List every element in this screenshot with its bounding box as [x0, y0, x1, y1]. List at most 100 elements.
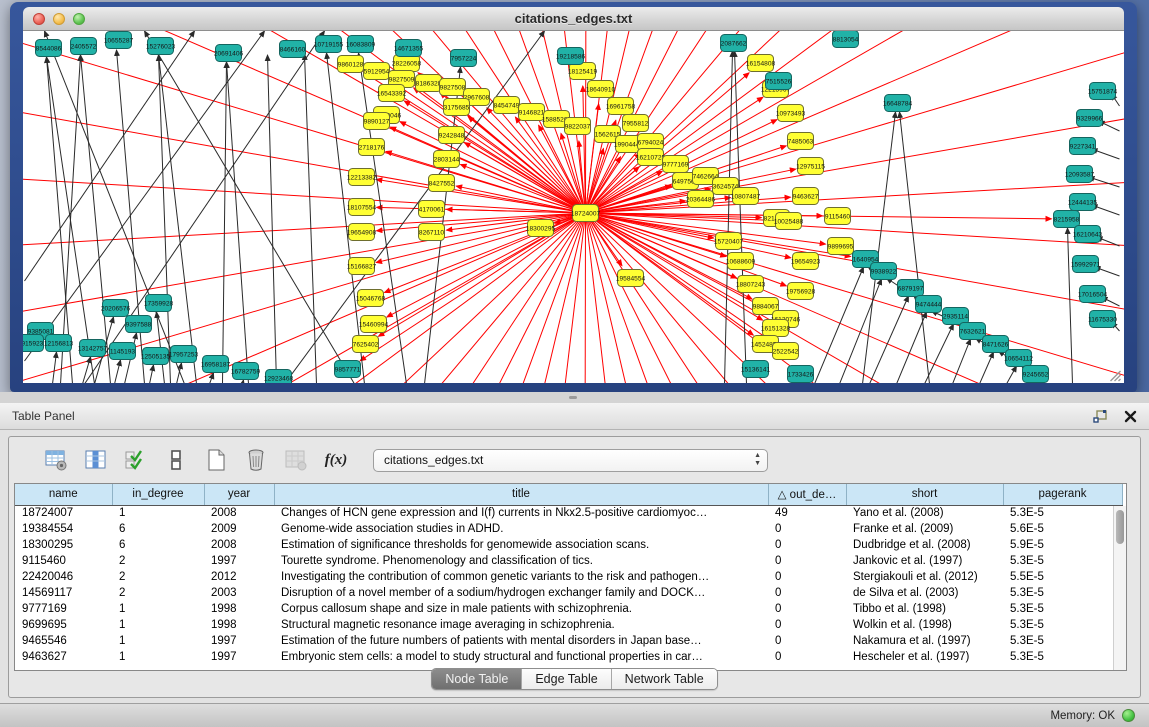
column-header-year[interactable]: year [204, 484, 274, 505]
create-column-button[interactable] [203, 447, 229, 473]
graph-node-label: 7625402 [353, 341, 379, 348]
table-cell: Yano et al. (2008) [846, 505, 1003, 521]
graph-node-label: 19218586 [556, 53, 586, 60]
graph-node-label: 9242848 [439, 132, 465, 139]
graph-node-label: 15046768 [356, 295, 386, 302]
table-cell: Dudbridge et al. (2008) [846, 537, 1003, 553]
graph-node-label: 9777169 [663, 161, 689, 168]
network-window-titlebar[interactable]: citations_edges.txt [23, 7, 1124, 31]
table-cell: 18724007 [15, 505, 112, 521]
graph-node-label: 17957253 [169, 351, 199, 358]
network-canvas[interactable]: 1872400798601285912954282260589827509818… [23, 31, 1124, 383]
graph-node-label: 9827508 [440, 84, 466, 91]
table-cell: Embryonic stem cells: a model to study s… [274, 649, 768, 665]
graph-node-label: 14671355 [394, 45, 424, 52]
horizontal-splitter[interactable] [0, 392, 1149, 403]
table-cell: 5.3E-5 [1003, 505, 1122, 521]
table-cell: 14569117 [15, 585, 112, 601]
table-cell: de Silva et al. (2003) [846, 585, 1003, 601]
graph-node-label: 2803144 [434, 156, 460, 163]
select-columns-button[interactable] [123, 447, 149, 473]
graph-node-label: 5912954 [364, 68, 390, 75]
row-options-button[interactable] [163, 447, 189, 473]
graph-node-label: 12156813 [44, 340, 74, 347]
graph-node-label: 19756928 [786, 288, 816, 295]
table-row[interactable]: 1456911722003Disruption of a novel membe… [15, 585, 1122, 601]
table-cell: Corpus callosum shape and size in male p… [274, 601, 768, 617]
graph-node-label: 17016504 [1078, 291, 1108, 298]
table-cell: Jankovic et al. (1997) [846, 553, 1003, 569]
graph-node-label: 18107554 [347, 204, 377, 211]
table-cell: 6 [112, 521, 204, 537]
graph-node-label: 9899695 [828, 243, 854, 250]
table-cell: 5.3E-5 [1003, 601, 1122, 617]
network-graph[interactable]: 1872400798601285912954282260589827509818… [23, 31, 1124, 383]
table-cell: 9465546 [15, 633, 112, 649]
graph-node-label: 20364486 [686, 196, 716, 203]
show-columns-button[interactable] [83, 447, 109, 473]
table-tabs: Node TableEdge TableNetwork Table [9, 668, 1140, 690]
graph-node-label: 20206576 [101, 305, 131, 312]
graph-node-label: 19654908 [347, 229, 377, 236]
close-panel-icon[interactable] [1121, 407, 1139, 425]
table-row[interactable]: 911546021997Tourette syndrome. Phenomeno… [15, 553, 1122, 569]
tab-edge-table[interactable]: Edge Table [522, 669, 611, 689]
table-cell: 5.3E-5 [1003, 617, 1122, 633]
table-cell: 2003 [204, 585, 274, 601]
graph-node-label: 8427552 [429, 180, 455, 187]
column-header-short[interactable]: short [846, 484, 1003, 505]
table-row[interactable]: 946362711997Embryonic stem cells: a mode… [15, 649, 1122, 665]
graph-node-label: 9245652 [1023, 371, 1049, 378]
graph-node-label: 8813054 [833, 36, 859, 43]
graph-node-label: 2935114 [943, 313, 969, 320]
graph-node-label: 8544086 [36, 45, 62, 52]
graph-node-label: 8215958 [1054, 216, 1080, 223]
graph-node-label: 9884067 [753, 303, 779, 310]
delete-column-button[interactable] [243, 447, 269, 473]
table-row[interactable]: 1830029562008Estimation of significance … [15, 537, 1122, 553]
tab-network-table[interactable]: Network Table [612, 669, 717, 689]
graph-node-label: 7957224 [451, 55, 477, 62]
table-cell: 9115460 [15, 553, 112, 569]
column-header-out_de[interactable]: △ out_de… [768, 484, 846, 505]
table-row[interactable]: 2242004622012Investigating the contribut… [15, 569, 1122, 585]
column-header-in_degree[interactable]: in_degree [112, 484, 204, 505]
table-selector[interactable]: citations_edges.txt ▲▼ [373, 449, 768, 472]
function-builder-button[interactable]: f(x) [323, 447, 349, 473]
graph-node-label: 18300295 [526, 225, 556, 232]
graph-node-label: 11675330 [1088, 316, 1117, 323]
node-table[interactable]: namein_degreeyeartitle△ out_de…shortpage… [14, 483, 1127, 671]
table-cell: 0 [768, 649, 846, 665]
column-header-title[interactable]: title [274, 484, 768, 505]
table-mode-button[interactable] [43, 447, 69, 473]
column-header-pagerank[interactable]: pagerank [1003, 484, 1122, 505]
table-cell: 49 [768, 505, 846, 521]
column-header-name[interactable]: name [15, 484, 112, 505]
graph-node-label: 9115460 [825, 213, 851, 220]
table-row[interactable]: 969969511998Structural magnetic resonanc… [15, 617, 1122, 633]
table-cell: 5.3E-5 [1003, 649, 1122, 665]
table-cell: 5.3E-5 [1003, 585, 1122, 601]
table-row[interactable]: 1938455462009Genome-wide association stu… [15, 521, 1122, 537]
graph-node-label: 10807487 [731, 193, 761, 200]
graph-node-label: 28226058 [392, 60, 422, 67]
graph-node-label: 9890127 [364, 118, 390, 125]
float-panel-icon[interactable] [1091, 407, 1109, 425]
graph-node-label: 3915923 [23, 340, 44, 347]
table-row[interactable]: 1872400712008Changes of HCN gene express… [15, 505, 1122, 521]
graph-node-label: 15460994 [359, 321, 389, 328]
graph-node-label: 16151328 [761, 325, 791, 332]
graph-node-label: 7485063 [788, 138, 814, 145]
table-cell: 1997 [204, 633, 274, 649]
table-cell: 5.3E-5 [1003, 553, 1122, 569]
table-row[interactable]: 946554611997Estimation of the future num… [15, 633, 1122, 649]
graph-node-label: 8267110 [419, 229, 445, 236]
network-window[interactable]: citations_edges.txt 18724007986012859129… [10, 2, 1137, 392]
table-scrollbar[interactable] [1113, 506, 1126, 670]
table-cell: 9463627 [15, 649, 112, 665]
table-selector-value: citations_edges.txt [384, 453, 483, 467]
tab-node-table[interactable]: Node Table [432, 669, 522, 689]
table-row[interactable]: 977716911998Corpus callosum shape and si… [15, 601, 1122, 617]
graph-node-label: 1733426 [788, 371, 814, 378]
scrollbar-thumb[interactable] [1116, 510, 1124, 544]
